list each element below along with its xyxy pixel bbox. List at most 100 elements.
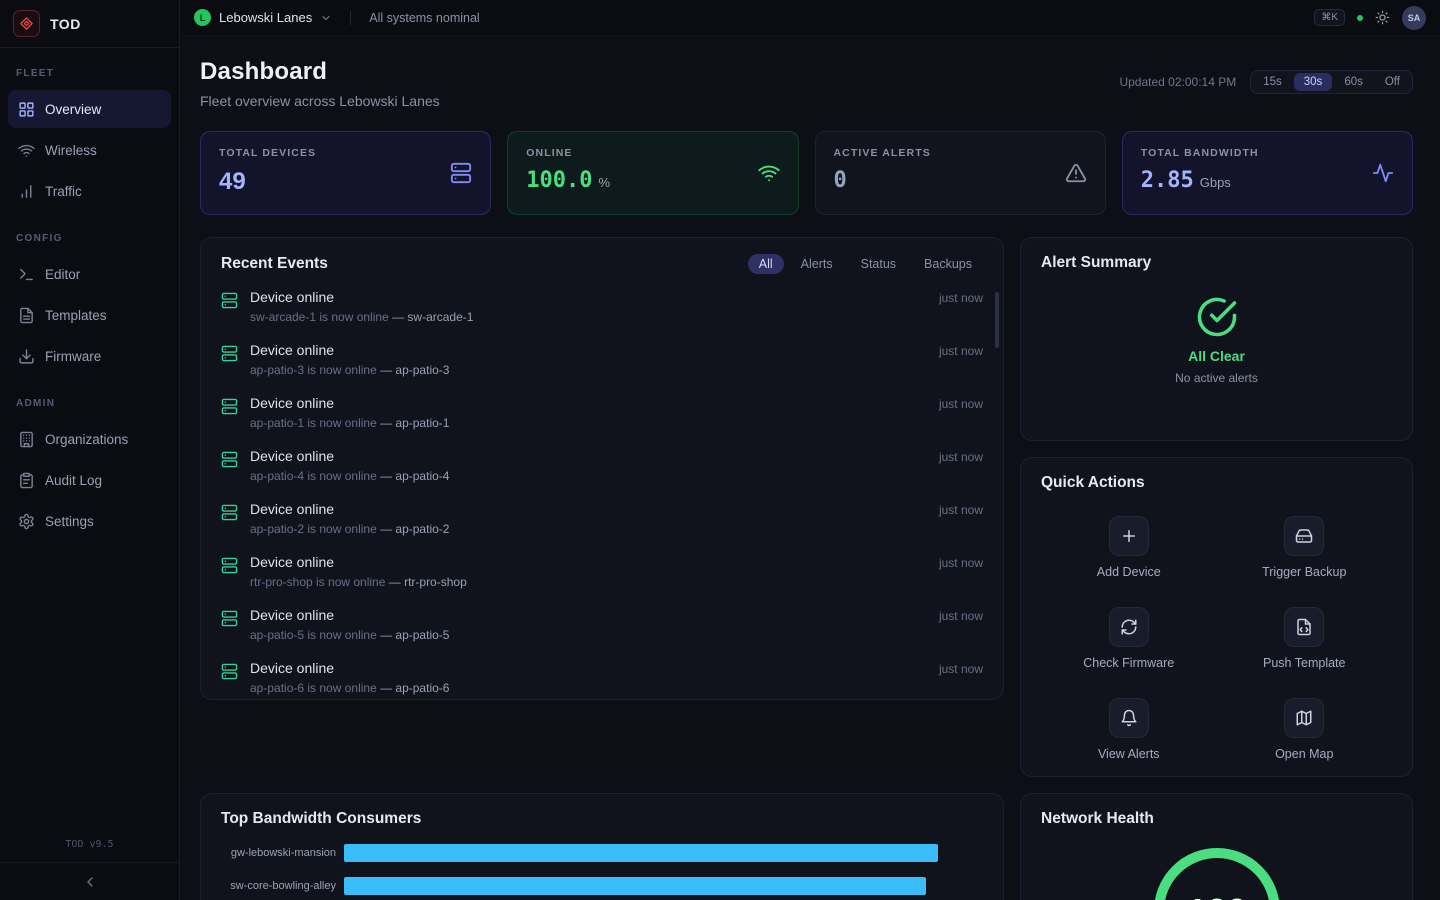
sidebar-item-traffic[interactable]: Traffic xyxy=(8,172,171,210)
event-time: just now xyxy=(939,397,983,430)
sidebar-item-label: Traffic xyxy=(45,184,82,199)
qa-label: Add Device xyxy=(1097,565,1161,579)
event-time: just now xyxy=(939,503,983,536)
event-row[interactable]: Device onlineap-patio-5 is now online — … xyxy=(221,598,983,651)
dashboard-grid: Recent Events AllAlertsStatusBackups Dev… xyxy=(200,237,1413,900)
right-column: Alert Summary All Clear No active alerts… xyxy=(1020,237,1413,900)
qa-label: Open Map xyxy=(1275,747,1333,761)
stat-card-total-devices: TOTAL DEVICES 49 xyxy=(200,131,491,215)
stat-label: ACTIVE ALERTS xyxy=(834,147,931,159)
quick-action-open-map[interactable]: Open Map xyxy=(1217,698,1393,761)
event-row[interactable]: Device onlineap-patio-6 is now online — … xyxy=(221,651,983,700)
terminal-icon xyxy=(18,266,35,283)
main-column: L Lebowski Lanes All systems nominal ⌘K … xyxy=(180,0,1440,900)
event-filter-status[interactable]: Status xyxy=(850,254,907,274)
server-icon xyxy=(221,557,238,574)
sidebar-item-wireless[interactable]: Wireless xyxy=(8,131,171,169)
refresh-option-30s[interactable]: 30s xyxy=(1294,73,1333,91)
event-title: Device online xyxy=(250,342,927,358)
event-device: — ap-patio-2 xyxy=(380,522,449,536)
app-name: TOD xyxy=(50,16,81,32)
event-time: just now xyxy=(939,556,983,589)
bandwidth-device-label: sw-core-bowling-alley xyxy=(221,880,336,892)
event-device: — sw-arcade-1 xyxy=(392,310,473,324)
event-row[interactable]: Device online ap-patio-4 is now online — … xyxy=(221,439,983,492)
server-icon xyxy=(221,398,238,415)
network-health-panel: Network Health 100 xyxy=(1020,793,1413,900)
event-row[interactable]: Device online rtr-pro-shop is now online … xyxy=(221,545,983,598)
quick-action-view-alerts[interactable]: View Alerts xyxy=(1041,698,1217,761)
event-row[interactable]: Device onlineap-patio-1 is now online — … xyxy=(221,386,983,439)
sidebar-item-templates[interactable]: Templates xyxy=(8,296,171,334)
refresh-option-60s[interactable]: 60s xyxy=(1334,73,1373,91)
event-time: just now xyxy=(939,291,983,324)
event-row[interactable]: Device onlineap-patio-2 is now online — … xyxy=(221,492,983,545)
event-time: just now xyxy=(939,450,983,483)
qa-tile xyxy=(1109,607,1149,647)
nav-section-label: CONFIG xyxy=(0,213,179,252)
event-row[interactable]: Device onlinesw-arcade-1 is now online —… xyxy=(221,280,983,333)
alert-summary-panel: Alert Summary All Clear No active alerts xyxy=(1020,237,1413,441)
event-filter-backups[interactable]: Backups xyxy=(913,254,983,274)
collapse-row xyxy=(0,862,179,900)
event-time: just now xyxy=(939,344,983,377)
user-avatar[interactable]: SA xyxy=(1402,6,1426,30)
stat-value: 49 xyxy=(219,168,316,196)
sidebar-item-label: Organizations xyxy=(45,432,128,447)
server-icon xyxy=(221,610,238,627)
quick-action-trigger-backup[interactable]: Trigger Backup xyxy=(1217,516,1393,579)
sidebar-item-settings[interactable]: Settings xyxy=(8,502,171,540)
sidebar-item-label: Settings xyxy=(45,514,94,529)
stat-label: TOTAL DEVICES xyxy=(219,147,316,159)
sidebar: TOD FLEETOverviewWirelessTrafficCONFIGEd… xyxy=(0,0,180,900)
quick-action-push-template[interactable]: Push Template xyxy=(1217,607,1393,670)
event-filter-alerts[interactable]: Alerts xyxy=(790,254,844,274)
refresh-option-15s[interactable]: 15s xyxy=(1253,73,1292,91)
sidebar-item-audit-log[interactable]: Audit Log xyxy=(8,461,171,499)
quick-action-check-firmware[interactable]: Check Firmware xyxy=(1041,607,1217,670)
map-icon xyxy=(1295,709,1313,727)
app-root: TOD FLEETOverviewWirelessTrafficCONFIGEd… xyxy=(0,0,1440,900)
server-icon xyxy=(221,504,238,521)
quick-actions-title: Quick Actions xyxy=(1041,474,1392,492)
event-title: Device online xyxy=(250,395,927,411)
sidebar-nav: FLEETOverviewWirelessTrafficCONFIGEditor… xyxy=(0,48,179,543)
clipboard-icon xyxy=(18,472,35,489)
events-header: Recent Events AllAlertsStatusBackups xyxy=(221,254,983,274)
health-gauge: 100 xyxy=(1150,844,1284,900)
event-row[interactable]: Device online ap-patio-3 is now online — … xyxy=(221,333,983,386)
event-list: Device online sw-arcade-1 is now online —… xyxy=(221,280,983,700)
building-icon xyxy=(18,431,35,448)
sidebar-item-organizations[interactable]: Organizations xyxy=(8,420,171,458)
event-device: — ap-patio-5 xyxy=(380,628,449,642)
theme-toggle-button[interactable] xyxy=(1375,10,1390,25)
command-palette-shortcut[interactable]: ⌘K xyxy=(1314,9,1345,26)
org-switcher[interactable]: L Lebowski Lanes xyxy=(194,9,332,26)
server-icon xyxy=(221,663,238,680)
qa-tile xyxy=(1109,516,1149,556)
sidebar-item-firmware[interactable]: Firmware xyxy=(8,337,171,375)
app-version: TOD v9.5 xyxy=(0,831,179,862)
event-detail: rtr-pro-shop is now online — rtr-pro-sho… xyxy=(250,575,927,589)
file-code-icon xyxy=(1295,618,1313,636)
quick-action-add-device[interactable]: Add Device xyxy=(1041,516,1217,579)
event-title: Device online xyxy=(250,554,927,570)
event-detail: sw-arcade-1 is now online — sw-arcade-1 xyxy=(250,310,927,324)
refresh-option-off[interactable]: Off xyxy=(1375,73,1410,91)
topbar-divider xyxy=(350,11,351,25)
event-detail: ap-patio-4 is now online — ap-patio-4 xyxy=(250,469,927,483)
sidebar-item-overview[interactable]: Overview xyxy=(8,90,171,128)
sidebar-item-editor[interactable]: Editor xyxy=(8,255,171,293)
events-scrollbar[interactable] xyxy=(995,292,999,348)
event-title: Device online xyxy=(250,448,927,464)
stat-icon-wrap xyxy=(1372,162,1394,184)
event-filter-all[interactable]: All xyxy=(748,254,784,274)
event-device: — ap-patio-3 xyxy=(380,363,449,377)
stat-unit: % xyxy=(598,175,610,190)
connection-status-dot xyxy=(1357,15,1363,21)
sidebar-collapse-button[interactable] xyxy=(82,874,98,890)
health-score: 100 xyxy=(1186,891,1246,900)
refresh-icon xyxy=(1120,618,1138,636)
chevron-down-icon xyxy=(320,12,332,24)
event-detail: ap-patio-3 is now online — ap-patio-3 xyxy=(250,363,927,377)
